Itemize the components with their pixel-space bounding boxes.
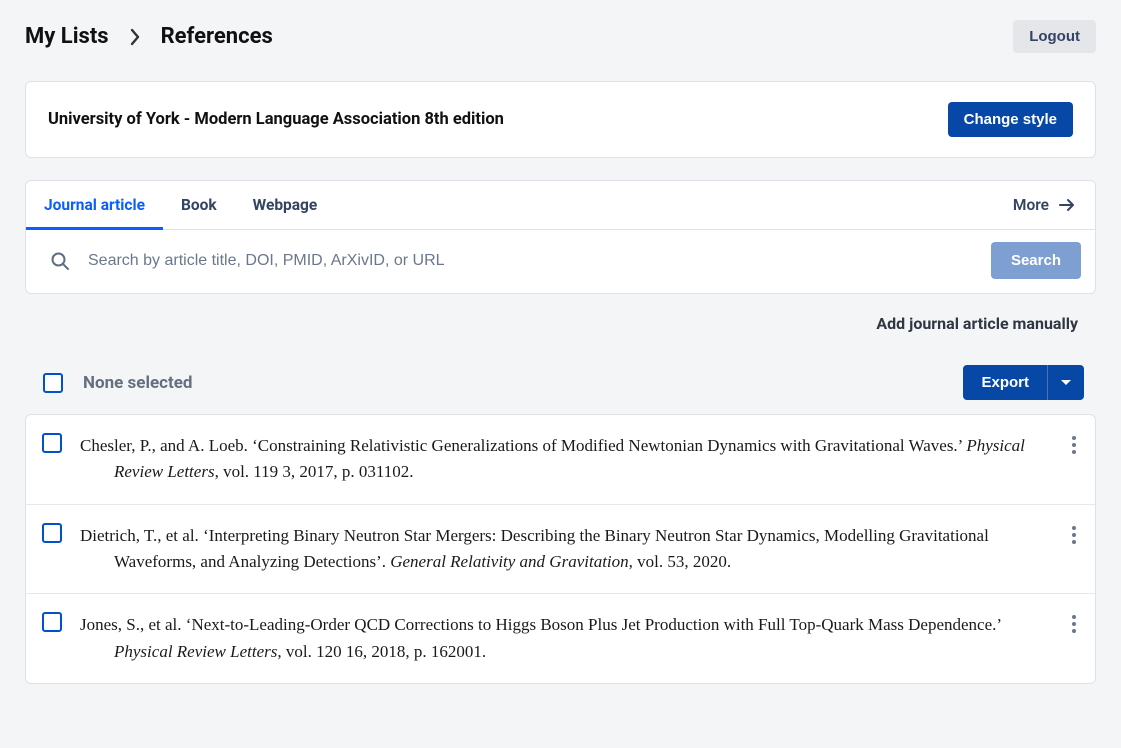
- tab-more[interactable]: More: [993, 182, 1095, 228]
- search-input[interactable]: [88, 244, 979, 278]
- logout-button[interactable]: Logout: [1013, 20, 1096, 53]
- caret-down-icon: [1060, 379, 1072, 387]
- source-type-tabs: Journal article Book Webpage More: [26, 181, 1095, 230]
- search-icon: [40, 251, 76, 271]
- chevron-right-icon: [129, 28, 141, 46]
- selection-toolbar: None selected Export: [25, 365, 1096, 414]
- select-all-checkbox[interactable]: [43, 373, 63, 393]
- tab-book[interactable]: Book: [163, 182, 235, 230]
- more-vert-icon[interactable]: [1069, 612, 1079, 636]
- breadcrumb: My Lists References: [25, 24, 273, 49]
- tab-webpage[interactable]: Webpage: [235, 182, 336, 230]
- ref-tail: , vol. 53, 2020.: [629, 552, 731, 571]
- reference-citation: Chesler, P., and A. Loeb. ‘Constraining …: [114, 433, 1051, 486]
- ref-authors: Chesler, P., and A. Loeb.: [80, 436, 248, 455]
- search-panel: Journal article Book Webpage More Search: [25, 180, 1096, 294]
- reference-item: Dietrich, T., et al. ‘Interpreting Binar…: [26, 505, 1095, 595]
- ref-title: ‘Next-to-Leading-Order QCD Corrections t…: [186, 615, 1001, 634]
- export-dropdown-button[interactable]: [1047, 365, 1084, 400]
- breadcrumb-references[interactable]: References: [161, 24, 273, 49]
- export-button[interactable]: Export: [963, 365, 1047, 400]
- ref-tail: , vol. 119 3, 2017, p. 031102.: [215, 462, 414, 481]
- ref-tail: , vol. 120 16, 2018, p. 162001.: [277, 642, 486, 661]
- citation-style-name: University of York - Modern Language Ass…: [48, 110, 504, 129]
- add-manually-link[interactable]: Add journal article manually: [876, 314, 1078, 333]
- arrow-right-icon: [1059, 198, 1075, 212]
- more-vert-icon[interactable]: [1069, 433, 1079, 457]
- more-vert-icon[interactable]: [1069, 523, 1079, 547]
- reference-checkbox[interactable]: [42, 612, 62, 632]
- tab-more-label: More: [1013, 196, 1049, 214]
- tab-journal-article[interactable]: Journal article: [26, 182, 163, 230]
- ref-authors: Jones, S., et al.: [80, 615, 182, 634]
- selection-status: None selected: [83, 373, 192, 393]
- reference-checkbox[interactable]: [42, 523, 62, 543]
- citation-style-panel: University of York - Modern Language Ass…: [25, 81, 1096, 158]
- change-style-button[interactable]: Change style: [948, 102, 1073, 137]
- reference-item: Jones, S., et al. ‘Next-to-Leading-Order…: [26, 594, 1095, 683]
- search-button[interactable]: Search: [991, 242, 1081, 279]
- ref-journal: General Relativity and Gravitation: [390, 552, 628, 571]
- ref-authors: Dietrich, T., et al.: [80, 526, 199, 545]
- reference-citation: Dietrich, T., et al. ‘Interpreting Binar…: [114, 523, 1051, 576]
- reference-item: Chesler, P., and A. Loeb. ‘Constraining …: [26, 415, 1095, 505]
- reference-citation: Jones, S., et al. ‘Next-to-Leading-Order…: [114, 612, 1051, 665]
- reference-checkbox[interactable]: [42, 433, 62, 453]
- ref-journal: Physical Review Letters: [114, 642, 277, 661]
- breadcrumb-my-lists[interactable]: My Lists: [25, 24, 109, 49]
- ref-title: ‘Constraining Relativistic Generalizatio…: [252, 436, 962, 455]
- reference-list: Chesler, P., and A. Loeb. ‘Constraining …: [25, 414, 1096, 684]
